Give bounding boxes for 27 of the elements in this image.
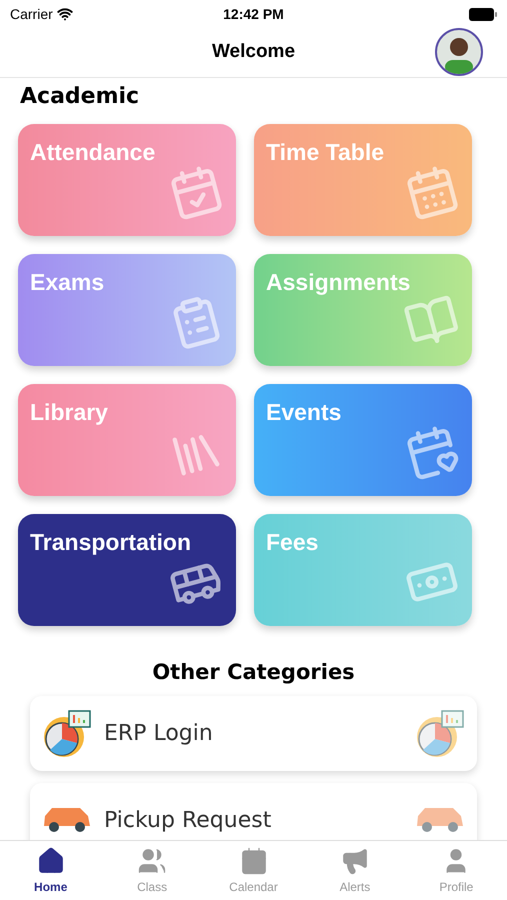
carrier-label: Carrier xyxy=(10,4,53,24)
category-tile[interactable]: Transportation xyxy=(18,514,236,626)
car-icon xyxy=(415,807,465,834)
battery-icon xyxy=(468,8,497,20)
category-tile[interactable]: Events xyxy=(254,384,472,496)
category-row[interactable]: Pickup Request xyxy=(30,783,477,840)
car-icon xyxy=(42,807,92,834)
status-time: 12:42 PM xyxy=(223,4,284,24)
header-title: Welcome xyxy=(212,40,296,64)
category-tile[interactable]: Fees xyxy=(254,514,472,626)
category-tile[interactable]: Assignments xyxy=(254,254,472,366)
chart-icon xyxy=(415,708,465,758)
tab-bar-item[interactable]: Class xyxy=(101,841,203,900)
avatar[interactable] xyxy=(435,28,483,76)
chart-icon xyxy=(42,708,92,758)
section-title: Academic xyxy=(19,83,140,111)
tab-bar-item[interactable]: Calendar xyxy=(202,841,304,900)
tab-bar-item[interactable]: Home xyxy=(0,841,102,900)
category-tile[interactable]: Time Table xyxy=(254,124,472,236)
category-tile[interactable]: Attendance xyxy=(18,124,236,236)
category-row[interactable]: ERP Login xyxy=(30,696,477,771)
category-tile[interactable]: Library xyxy=(18,384,236,496)
wifi-icon xyxy=(56,6,73,22)
tab-bar-item[interactable]: Profile xyxy=(406,841,507,900)
tab-bar-item[interactable]: Alerts xyxy=(304,841,406,900)
section-title: Other Categories xyxy=(151,659,356,686)
category-tile[interactable]: Exams xyxy=(18,254,236,366)
